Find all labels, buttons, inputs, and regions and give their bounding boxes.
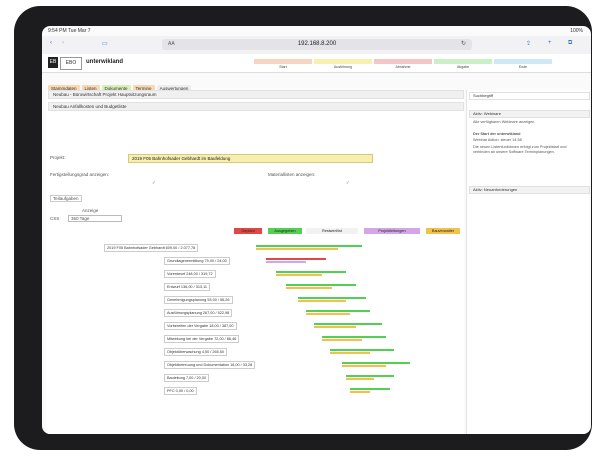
forward-icon[interactable]: › [62, 40, 64, 46]
gantt-bar [314, 323, 382, 325]
tabs-icon[interactable]: ⧉ [568, 40, 572, 47]
gantt-row-label[interactable]: Genehmigungsplanung 53,00 / 56,26 [164, 296, 233, 304]
gantt-row-label[interactable]: Objektüberwachung 4,50 / 265,50 [164, 348, 227, 356]
app-header: EB EBO unterwikland Start Ausführung Abnah… [42, 54, 591, 73]
gantt-bar [276, 271, 346, 273]
box1-title[interactable]: Aktiv: Webinare [469, 110, 590, 118]
option2-label: Materiallisten anzeigen: [268, 172, 316, 177]
gantt-bar [322, 336, 386, 338]
tab-bar: Stammdaten Listen Dokumente Termine Auswertu… [48, 77, 193, 92]
rows-select[interactable]: 360 Tage [68, 215, 122, 222]
teilaufgaben-toggle[interactable]: Teilaufgaben [50, 195, 82, 202]
right-sidebar: Suchbegriff Aktiv: Webinare Alle verfügb… [466, 90, 590, 434]
anzeige-label: Anzeige [82, 208, 99, 213]
gantt-bar [342, 365, 386, 367]
gantt-row-label[interactable]: 2019 F05 Bahnhofsader Gebhardt 609,00 / … [104, 244, 199, 252]
screen: 9:54 PM Tue Mar 7 100% ‹ › ▭ AA 192.168.… [42, 26, 591, 434]
status-time: 9:54 PM Tue Mar 7 [48, 28, 91, 34]
gantt-bar [314, 326, 356, 328]
section-row-2[interactable]: Neubau Anfallkosten und Budgetliste [48, 102, 464, 111]
gantt-row-label[interactable]: Grundlagenermittlung 79,00 / 24,00 [164, 257, 230, 265]
app-logo: EB [48, 57, 58, 68]
legend-item: Ausgegeben [268, 228, 302, 234]
gantt-bar [266, 258, 326, 260]
gantt-bar [342, 362, 410, 364]
ipad-frame: 9:54 PM Tue Mar 7 100% ‹ › ▭ AA 192.168.… [14, 6, 592, 450]
section-row-1[interactable]: Neubau - Bürowirtschaft Projekt Hauptsit… [48, 90, 464, 99]
box1-checkbox-label[interactable]: Alle verfügbaren Webinare anzeigen [473, 120, 581, 125]
gantt-bar [306, 313, 350, 315]
gantt-bar [306, 310, 370, 312]
gantt-bar [350, 391, 370, 393]
phase-column-1: Ausführung [314, 59, 372, 69]
box1-text2: Webinar Aktion: steuer 14.58 [473, 138, 522, 142]
legend-item: Bauverwalter [426, 228, 460, 234]
project-label: Projekt: [50, 155, 66, 160]
phase-column-label: Abnahme [395, 65, 411, 69]
legend-item: Geplant [234, 228, 262, 234]
gantt-row-label[interactable]: Vorbereiten der Vergabe 18,00 / 387,00 [164, 322, 237, 330]
gantt-row-label[interactable]: Entwurf 136,00 / 313,11 [164, 283, 211, 291]
option2-toggle-icon[interactable]: ✓ [346, 180, 350, 186]
safari-toolbar: ‹ › ▭ AA 192.168.8.200 ↻ ⇪ + ⧉ [42, 36, 591, 55]
gantt-bar [330, 352, 370, 354]
gantt-row-label[interactable]: Mitwirkung bei der Vergabe 72,00 / 86,46 [164, 335, 240, 343]
rows-label: CSS [50, 216, 60, 221]
sidebar-search-input[interactable]: Suchbegriff [469, 92, 590, 100]
gantt-bar [322, 339, 362, 341]
gantt-row-label[interactable]: Ausführungsplanung 267,00 / 522,98 [164, 309, 233, 317]
gantt-row-label[interactable]: Bauleitung 7,00 / 20,00 [164, 374, 210, 382]
box2-title[interactable]: Aktiv: Neuanforderungen [469, 186, 590, 194]
gantt-bar [286, 284, 356, 286]
url-text[interactable]: 192.168.8.200 [162, 41, 472, 47]
phase-column-label: Abgabe [456, 65, 470, 69]
gantt-bar [286, 287, 332, 289]
phase-column-4: Ende [494, 59, 552, 69]
phase-column-label: Start [279, 65, 287, 69]
new-tab-icon[interactable]: + [548, 40, 552, 46]
app-name: unterwikland [86, 59, 124, 65]
project-select[interactable]: 2019 F05 Bahnhofsader Gebhardt im Baufel… [128, 154, 373, 163]
option1-toggle-icon[interactable]: ✓ [152, 180, 156, 186]
gantt-row-label[interactable]: PFC 0,00 / 0,00 [164, 387, 197, 395]
back-icon[interactable]: ‹ [50, 40, 52, 46]
phase-column-3: Abgabe [434, 59, 492, 69]
gantt-bar [266, 261, 306, 263]
gantt-row-label[interactable]: Objektbetreuung und Dokumentation 18,00 … [164, 361, 256, 369]
gantt-bar [298, 300, 346, 302]
box1-text1: Der Start der unterwikland [473, 132, 521, 136]
address-bar[interactable]: AA 192.168.8.200 ↻ [162, 39, 472, 50]
gantt-bar [330, 349, 394, 351]
gantt-row-label[interactable]: Vorentwurf 248,00 / 319,72 [164, 270, 216, 278]
phase-column-2: Abnahme [374, 59, 432, 69]
option1-label: Fertigstellungsgrad anzeigen: [50, 172, 110, 177]
legend-item: Projektleitungen [364, 228, 420, 234]
gantt-bar [346, 375, 394, 377]
gantt-bar [298, 297, 366, 299]
reload-icon[interactable]: ↻ [461, 40, 466, 47]
gantt-bar [276, 274, 322, 276]
gantt-bar [346, 378, 374, 380]
phase-column-0: Start [254, 59, 312, 69]
phase-column-label: Ende [518, 65, 528, 69]
sidebar-icon[interactable]: ▭ [102, 40, 108, 47]
gantt-bar [256, 248, 338, 250]
box1-text3: Die neuen Listenfunktionen erfolgt zum P… [473, 145, 567, 154]
legend-item: Restwert/Ist [306, 228, 358, 234]
status-battery: 100% [570, 28, 583, 34]
gantt-bar [256, 245, 362, 247]
gantt-bar [350, 388, 390, 390]
status-bar: 9:54 PM Tue Mar 7 100% [42, 26, 591, 36]
main-panel: Neubau - Bürowirtschaft Projekt Hauptsit… [46, 90, 464, 434]
share-icon[interactable]: ⇪ [526, 40, 531, 47]
company-logo: EBO [60, 57, 82, 70]
phase-column-label: Ausführung [334, 65, 352, 69]
